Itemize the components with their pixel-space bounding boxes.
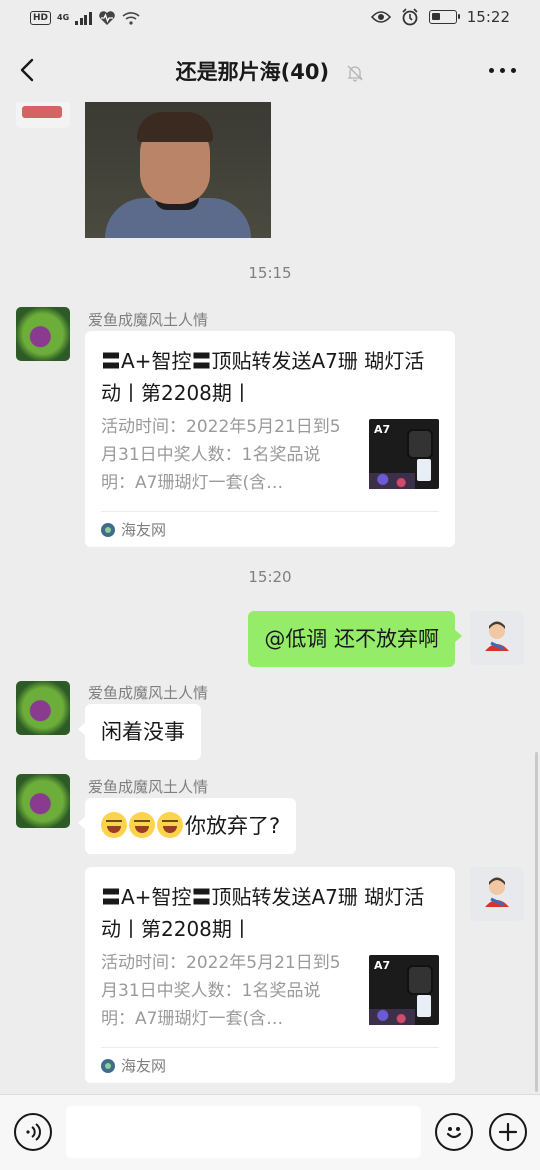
status-bar: HD 4G 15:22	[0, 0, 540, 38]
avatar-boy-icon	[485, 621, 509, 651]
sender-name: 爱鱼成魔风土人情	[88, 311, 209, 329]
my-avatar[interactable]	[470, 611, 524, 665]
timestamp: 15:15	[248, 264, 292, 282]
avatar[interactable]	[16, 681, 70, 735]
card-title: 〓A+智控〓顶贴转发送A7珊 瑚灯活动丨第2208期丨	[101, 885, 425, 941]
add-icon[interactable]	[489, 1113, 527, 1151]
card-source: 海友网	[101, 511, 439, 547]
voice-icon[interactable]	[14, 1113, 52, 1151]
site-logo-icon	[101, 1058, 115, 1073]
card-description: 活动时间：2022年5月21日到5月31日中奖人数：1名奖品说明：A7珊瑚灯一套…	[101, 953, 341, 1029]
emoji-icon[interactable]	[435, 1113, 473, 1151]
eye-icon	[370, 11, 391, 23]
thumb-label: A7	[374, 959, 391, 972]
avatar[interactable]	[16, 102, 70, 128]
my-avatar[interactable]	[470, 867, 524, 921]
card-title: 〓A+智控〓顶贴转发送A7珊 瑚灯活动丨第2208期丨	[101, 349, 425, 405]
bubble-text: 你放弃了?	[185, 814, 281, 838]
sender-name: 爱鱼成魔风土人情	[88, 684, 209, 702]
message-input[interactable]	[66, 1106, 421, 1158]
text-bubble[interactable]: 你放弃了?	[77, 798, 297, 854]
alarm-icon	[402, 8, 418, 26]
status-time: 15:22	[466, 8, 510, 26]
card-source-name: 海友网	[121, 521, 167, 539]
chat-title-wrap: 还是那片海(40)	[0, 56, 540, 86]
timestamp: 15:20	[248, 568, 292, 586]
card-description: 活动时间：2022年5月21日到5月31日中奖人数：1名奖品说明：A7珊瑚灯一套…	[101, 417, 341, 493]
chat-header: 还是那片海(40)	[0, 38, 540, 102]
message-list[interactable]: 15:15 爱鱼成魔风土人情 〓A+智控〓顶贴转发送A7珊 瑚灯活动丨第2208…	[0, 102, 540, 1094]
site-logo-icon	[101, 522, 115, 537]
card-source-name: 海友网	[121, 1057, 167, 1075]
laugh-cry-emoji-icon	[157, 812, 183, 838]
scrollbar[interactable]	[535, 752, 538, 1092]
avatar-boy-icon	[485, 877, 509, 907]
chat-title: 还是那片海(40)	[175, 60, 330, 84]
card-thumbnail: A7	[369, 955, 439, 1025]
link-card[interactable]: 〓A+智控〓顶贴转发送A7珊 瑚灯活动丨第2208期丨 活动时间：2022年5月…	[85, 867, 455, 1083]
heart-pulse-icon	[98, 11, 115, 25]
avatar[interactable]	[16, 307, 70, 361]
laugh-cry-emoji-icon	[129, 812, 155, 838]
battery-icon	[428, 10, 460, 24]
network-type: 4G	[57, 13, 70, 22]
laugh-cry-emoji-icon	[101, 812, 127, 838]
link-card[interactable]: 〓A+智控〓顶贴转发送A7珊 瑚灯活动丨第2208期丨 活动时间：2022年5月…	[85, 331, 455, 547]
avatar[interactable]	[16, 774, 70, 828]
sender-name: 爱鱼成魔风土人情	[88, 778, 209, 796]
hd-badge: HD	[30, 11, 52, 25]
image-message[interactable]	[85, 102, 271, 238]
my-text-bubble[interactable]: @低调 还不放弃啊	[248, 611, 462, 667]
text-bubble[interactable]: 闲着没事	[78, 704, 201, 760]
more-dots-icon[interactable]	[489, 68, 516, 73]
thumb-label: A7	[374, 423, 391, 436]
signal-icon	[75, 11, 92, 25]
input-bar	[0, 1094, 540, 1170]
card-thumbnail: A7	[369, 419, 439, 489]
mute-bell-icon	[347, 65, 363, 82]
wifi-icon	[122, 12, 140, 25]
card-source: 海友网	[101, 1047, 439, 1083]
